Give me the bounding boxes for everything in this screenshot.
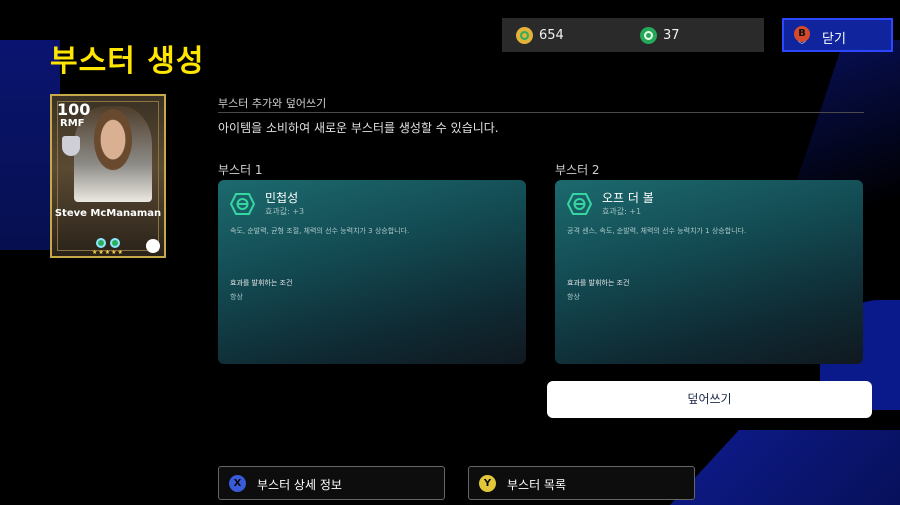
booster-slot-1-label: 부스터 1 [218,163,263,177]
section-divider [218,112,864,113]
booster-effect: 효과값: +3 [265,207,305,216]
currency-green-value: 37 [663,28,680,43]
booster-description: 공격 센스, 속도, 순발력, 체력의 선수 능력치가 1 상승합니다. [567,227,747,235]
x-button-icon: X [229,475,246,492]
section-title: 부스터 추가와 덮어쓰기 [218,97,327,110]
booster-condition-value: 항상 [230,293,243,301]
booster-list-button[interactable]: Y 부스터 목록 [468,466,695,500]
player-rating: 100 [57,100,91,119]
booster-slot-2[interactable]: 오프 더 볼 효과값: +1 공격 센스, 속도, 순발력, 체력의 선수 능력… [555,180,863,364]
green-coin-icon [640,27,657,44]
booster-name: 오프 더 볼 [602,191,654,205]
booster-details-label: 부스터 상세 정보 [257,478,342,492]
section-description: 아이템을 소비하여 새로운 부스터를 생성할 수 있습니다. [218,121,499,135]
booster-icon [230,193,255,215]
booster-slot-2-label: 부스터 2 [555,163,600,177]
close-button[interactable]: B ﹀ 닫기 [782,18,893,52]
booster-slot-1[interactable]: 민첩성 효과값: +3 속도, 순발력, 균형 조절, 체력의 선수 능력치가 … [218,180,526,364]
efootball-logo-icon [146,239,160,253]
page-title: 부스터 생성 [50,44,205,79]
currency-green: 37 [640,27,680,44]
booster-condition-value: 항상 [567,293,580,301]
overwrite-button[interactable]: 덮어쓰기 [547,381,872,418]
player-card[interactable]: 100 RMF Steve McManaman ★★★★★ [50,94,166,258]
currency-gold-value: 654 [539,28,564,43]
booster-list-label: 부스터 목록 [507,478,567,492]
player-stars: ★★★★★ [92,249,124,256]
player-name: Steve McManaman [54,208,162,219]
booster-effect: 효과값: +1 [602,207,642,216]
close-button-label: 닫기 [822,32,846,47]
currency-bar: 654 37 [502,18,764,52]
chevron-down-icon: ﹀ [798,41,806,50]
booster-slot-icon [96,238,106,248]
b-button-icon: B [794,26,810,42]
booster-details-button[interactable]: X 부스터 상세 정보 [218,466,445,500]
booster-description: 속도, 순발력, 균형 조절, 체력의 선수 능력치가 3 상승합니다. [230,227,410,235]
player-position: RMF [60,118,85,129]
y-button-icon: Y [479,475,496,492]
currency-gold: 654 [516,27,564,44]
booster-slot-icon [110,238,120,248]
player-portrait [74,106,152,202]
booster-condition-label: 효과를 발휘하는 조건 [230,279,293,287]
club-crest-icon [62,136,80,156]
booster-condition-label: 효과를 발휘하는 조건 [567,279,630,287]
background-shape-bottom [670,430,900,505]
booster-name: 민첩성 [265,191,299,205]
booster-icon [567,193,592,215]
gold-coin-icon [516,27,533,44]
